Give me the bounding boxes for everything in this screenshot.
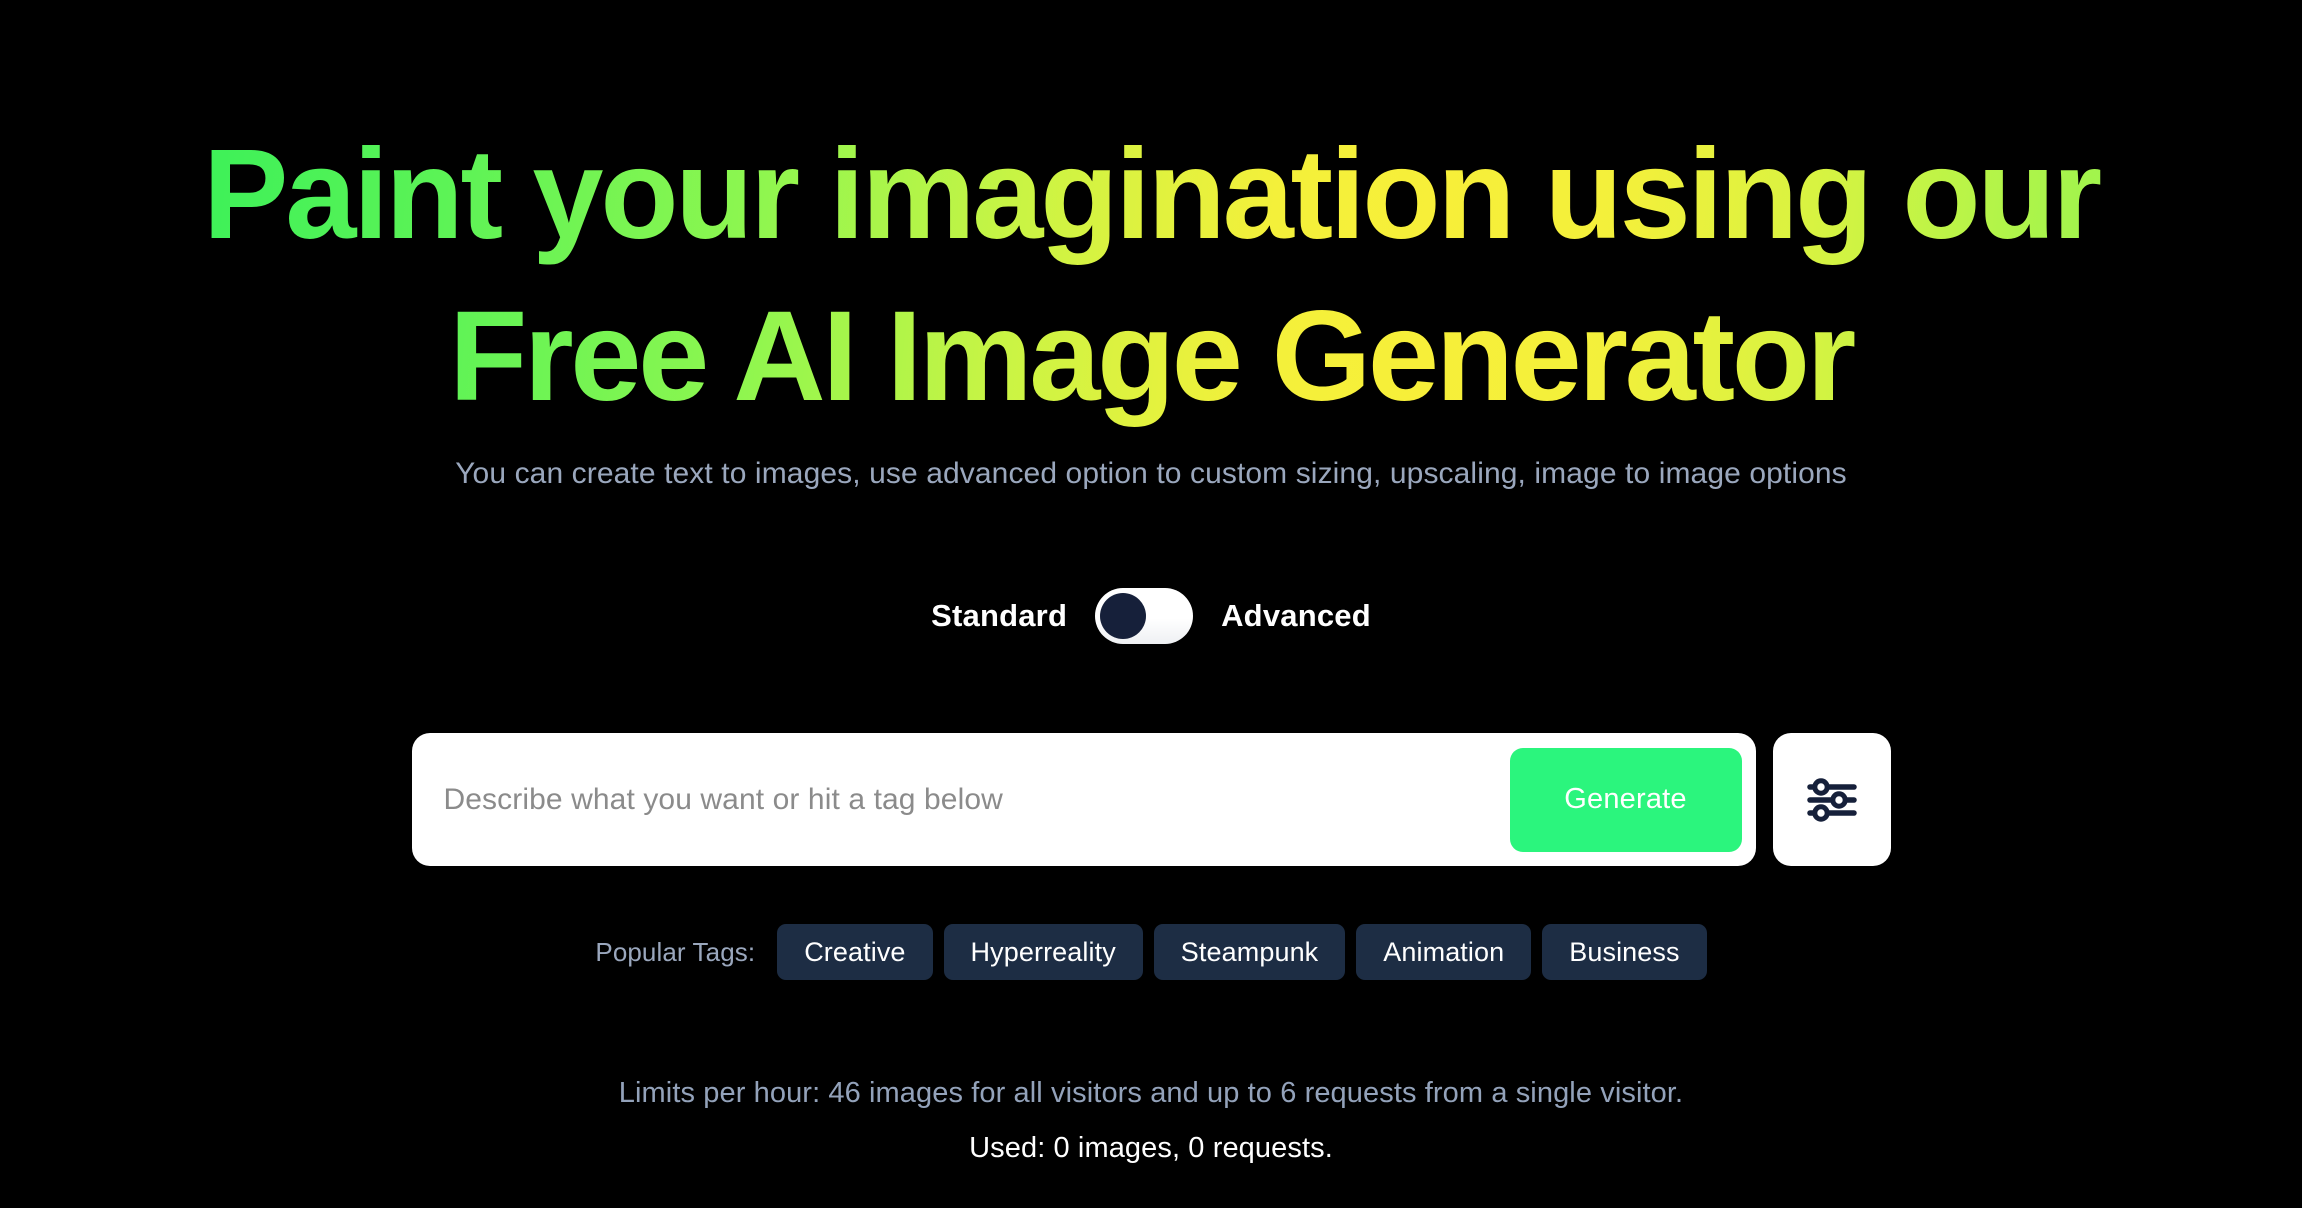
popular-tags: Popular Tags: Creative Hyperreality Stea… — [0, 924, 2302, 980]
mode-toggle-group: Standard Advanced — [0, 588, 2302, 644]
popular-tags-label: Popular Tags: — [595, 936, 756, 967]
advanced-settings-button[interactable] — [1772, 733, 1891, 866]
prompt-bar: Generate — [0, 733, 2302, 866]
tag-chip[interactable]: Business — [1542, 924, 1707, 980]
mode-label-standard: Standard — [931, 598, 1068, 633]
mode-toggle-switch[interactable] — [1095, 588, 1194, 644]
limits-text: Limits per hour: 46 images for all visit… — [618, 1077, 1684, 1109]
usage-text: Used: 0 images, 0 requests. — [969, 1132, 1333, 1164]
mode-label-advanced: Advanced — [1221, 598, 1371, 633]
generate-button[interactable]: Generate — [1509, 747, 1742, 852]
page-title: Paint your imagination using our Free AI… — [0, 114, 2302, 438]
tag-chip[interactable]: Hyperreality — [943, 924, 1143, 980]
page-title-line-2: Free AI Image Generator — [449, 284, 1853, 428]
tag-chip[interactable]: Creative — [777, 924, 933, 980]
page-title-line-1: Paint your imagination using our — [203, 122, 2099, 266]
prompt-input[interactable] — [411, 733, 1510, 866]
tag-chip[interactable]: Steampunk — [1153, 924, 1346, 980]
mode-toggle-knob — [1100, 593, 1147, 639]
prompt-input-container: Generate — [411, 733, 1756, 866]
sliders-icon — [1806, 777, 1858, 823]
page-subtitle: You can create text to images, use advan… — [455, 457, 1847, 490]
tag-chip[interactable]: Animation — [1356, 924, 1532, 980]
hero-page: Paint your imagination using our Free AI… — [0, 0, 2302, 1208]
